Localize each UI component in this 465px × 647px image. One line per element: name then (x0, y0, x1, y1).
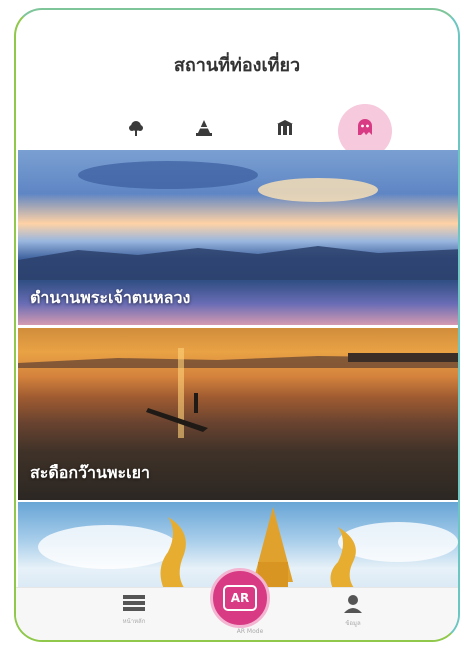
user-icon (344, 595, 362, 613)
tab-profile[interactable]: ข้อมูล (313, 594, 393, 627)
pagoda-icon (196, 119, 212, 136)
ar-mode-button[interactable]: AR (210, 568, 270, 628)
phone-frame: สถานที่ท่องเที่ยว ตำนานพระเจ้าตนหลวง สะด… (14, 8, 460, 642)
tab-profile-label: ข้อมูล (345, 620, 361, 627)
place-card[interactable]: สะดือกว๊านพะเยา (18, 328, 458, 500)
ghost-icon (358, 118, 372, 135)
category-building[interactable] (261, 108, 309, 156)
building-icon (277, 119, 293, 135)
place-card-title: สะดือกว๊านพะเยา (30, 463, 150, 482)
tree-icon (129, 120, 143, 136)
menu-icon (123, 595, 145, 611)
tab-home[interactable]: หน้าหลัก (94, 594, 174, 625)
place-card-title: ตำนานพระเจ้าตนหลวง (30, 288, 191, 307)
ar-mode-label: AR Mode (236, 628, 264, 635)
place-card[interactable]: ตำนานพระเจ้าตนหลวง (18, 150, 458, 325)
category-pagoda[interactable] (180, 108, 228, 156)
category-tree[interactable] (112, 108, 160, 156)
ar-icon: AR (223, 585, 257, 611)
tab-home-label: หน้าหลัก (122, 618, 146, 625)
page-title: สถานที่ท่องเที่ยว (173, 55, 301, 76)
